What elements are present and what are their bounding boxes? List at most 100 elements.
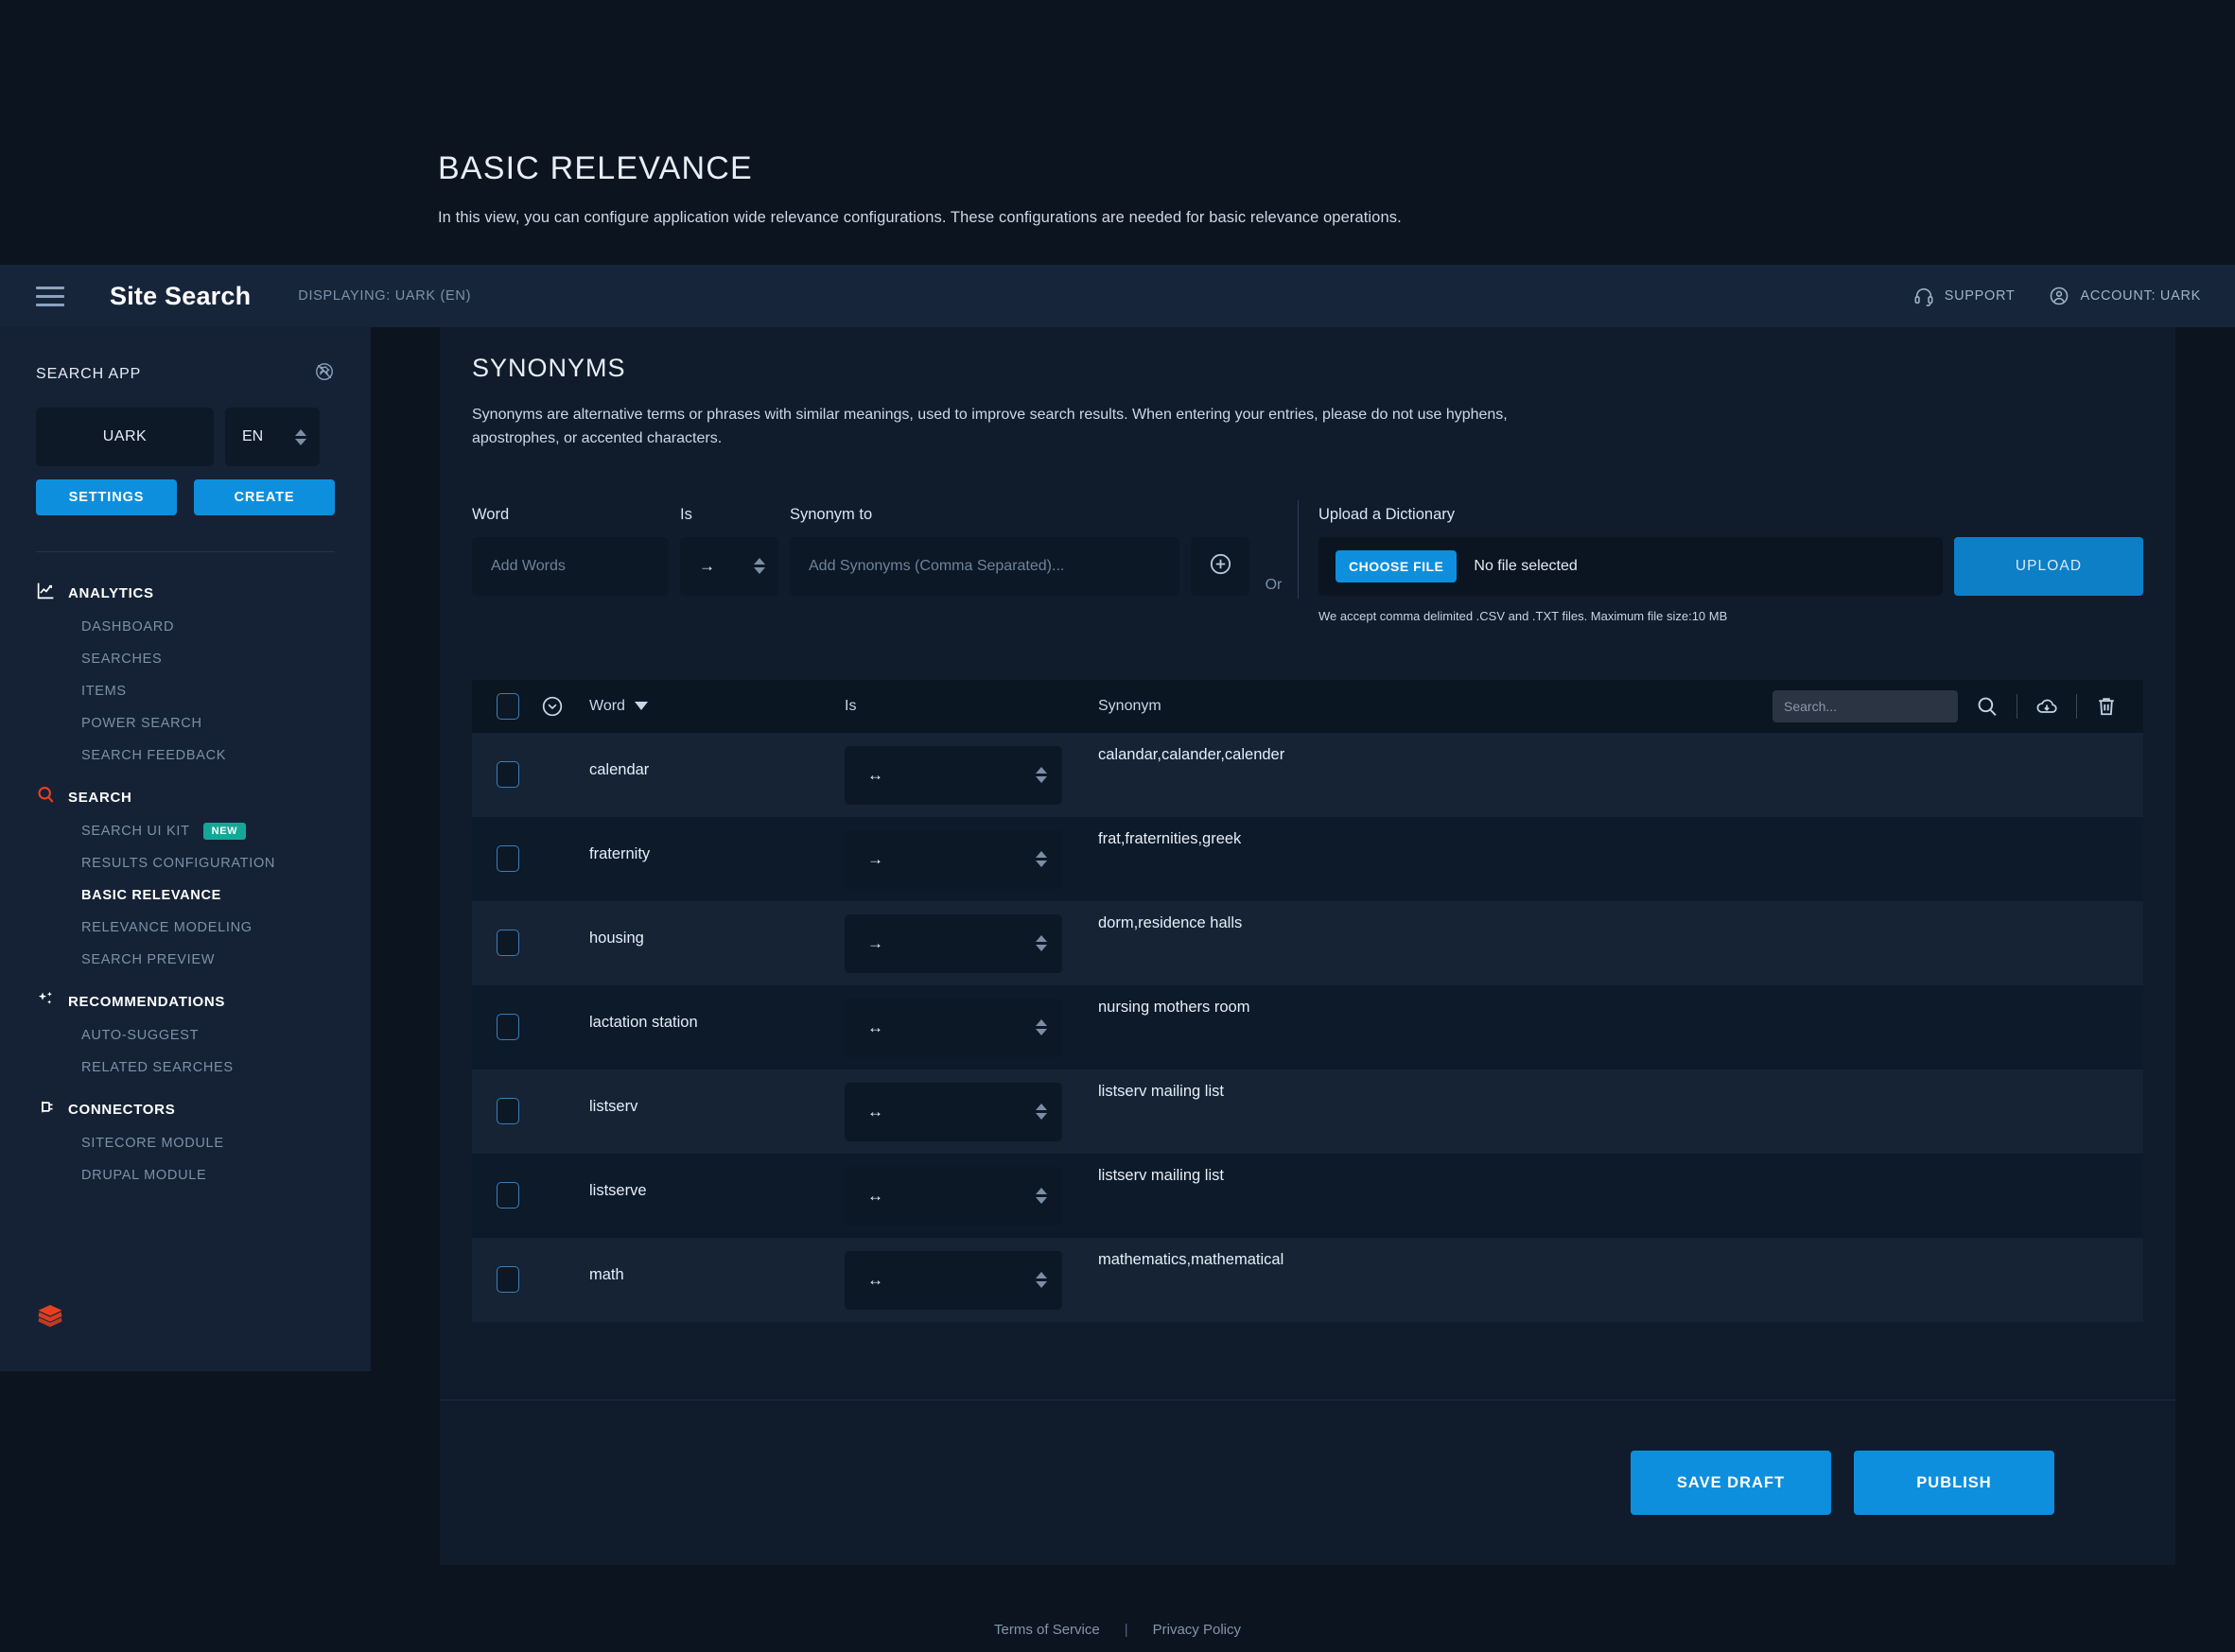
language-select[interactable]: EN (225, 408, 320, 466)
sidebar-item-label: DASHBOARD (81, 619, 175, 635)
table-row[interactable]: fraternity → frat,fraternities,greek (472, 816, 2143, 901)
table-search-input[interactable] (1772, 689, 1958, 722)
sidebar-group-recommendations[interactable]: RECOMMENDATIONS (0, 989, 371, 1014)
sidebar-item-relevance-modeling[interactable]: RELEVANCE MODELING (0, 912, 371, 944)
row-checkbox[interactable] (497, 1265, 519, 1293)
sidebar-item-drupal-module[interactable]: DRUPAL MODULE (0, 1159, 371, 1191)
publish-button[interactable]: PUBLISH (1854, 1451, 2054, 1515)
delete-icon[interactable] (2094, 694, 2119, 719)
row-word: housing (589, 929, 644, 947)
sidebar-group-connectors[interactable]: CONNECTORS (0, 1097, 371, 1122)
sidebar-item-label: ITEMS (81, 684, 127, 699)
terms-of-service-link[interactable]: Terms of Service (994, 1622, 1100, 1638)
choose-file-button[interactable]: CHOOSE FILE (1336, 549, 1458, 583)
search-icon[interactable] (1975, 694, 1999, 719)
row-direction-select[interactable]: → (845, 829, 1062, 889)
sidebar-item-sitecore-module[interactable]: SITECORE MODULE (0, 1127, 371, 1159)
row-synonym: listserv mailing list (1098, 1166, 1224, 1184)
sidebar-group-label: ANALYTICS (68, 584, 154, 601)
table-row[interactable]: housing → dorm,residence halls (472, 900, 2143, 985)
direction-select-value: → (699, 556, 715, 575)
table-row[interactable]: listserve ↔ listserv mailing list (472, 1153, 2143, 1238)
row-direction-cell: → (845, 817, 1098, 889)
support-button[interactable]: SUPPORT (1913, 286, 2016, 306)
privacy-policy-link[interactable]: Privacy Policy (1153, 1622, 1241, 1638)
table-row[interactable]: math ↔ mathematics,mathematical (472, 1237, 2143, 1322)
cloud-download-icon[interactable] (2034, 694, 2059, 719)
hamburger-menu-icon[interactable] (36, 286, 64, 306)
sidebar-item-results-configuration[interactable]: RESULTS CONFIGURATION (0, 847, 371, 879)
account-avatar-icon (2049, 286, 2069, 306)
table-row[interactable]: lactation station ↔ nursing mothers room (472, 984, 2143, 1069)
or-divider-label: Or (1265, 576, 1283, 593)
row-synonym: calandar,calander,calender (1098, 745, 1285, 763)
file-input-wrapper[interactable]: CHOOSE FILE No file selected (1318, 536, 1943, 596)
row-checkbox[interactable] (497, 1013, 519, 1040)
sidebar-item-power-search[interactable]: POWER SEARCH (0, 707, 371, 739)
add-synonym-form: Word Is Synonym to → (472, 499, 2143, 623)
app-select[interactable]: UARK (36, 408, 214, 466)
chart-line-icon (36, 581, 56, 605)
row-checkbox[interactable] (497, 760, 519, 788)
sidebar-header: SEARCH APP (0, 327, 371, 387)
sidebar-item-search-feedback[interactable]: SEARCH FEEDBACK (0, 739, 371, 772)
row-direction-select[interactable]: ↔ (845, 998, 1062, 1057)
row-checkbox[interactable] (497, 1181, 519, 1209)
synonym-input[interactable] (790, 536, 1179, 596)
sidebar-group-label: CONNECTORS (68, 1101, 176, 1118)
table-row[interactable]: listserv ↔ listserv mailing list (472, 1069, 2143, 1154)
sidebar-item-basic-relevance[interactable]: BASIC RELEVANCE (0, 879, 371, 912)
column-header-word[interactable]: Word (589, 698, 845, 715)
sidebar-item-label: BASIC RELEVANCE (81, 888, 221, 903)
sidebar-item-label: RELATED SEARCHES (81, 1060, 234, 1075)
is-label: Is (680, 505, 692, 523)
sidebar-item-label: SEARCH UI KIT (81, 824, 190, 839)
row-word: lactation station (589, 1013, 698, 1031)
footer: Terms of Service | Privacy Policy (0, 1608, 2235, 1652)
sort-descending-icon (634, 702, 648, 711)
page-intro: BASIC RELEVANCE In this view, you can co… (438, 150, 1762, 227)
row-direction-select[interactable]: ↔ (845, 1250, 1062, 1310)
spinner-arrows-icon (1036, 1019, 1047, 1036)
upload-button[interactable]: UPLOAD (1954, 536, 2143, 596)
row-direction-select[interactable]: → (845, 913, 1062, 973)
spinner-arrows-icon (1036, 935, 1047, 952)
top-bar-actions: SUPPORT ACCOUNT: UARK (1913, 286, 2201, 306)
expand-all-icon[interactable] (540, 694, 565, 719)
synonym-to-label: Synonym to (790, 505, 873, 523)
row-direction-select[interactable]: ↔ (845, 745, 1062, 805)
row-checkbox[interactable] (497, 1097, 519, 1124)
sidebar-item-label: SEARCHES (81, 652, 163, 667)
row-direction-select[interactable]: ↔ (845, 1082, 1062, 1141)
selected-file-label: No file selected (1474, 557, 1578, 574)
word-input[interactable] (472, 536, 669, 596)
app-root: BASIC RELEVANCE In this view, you can co… (0, 0, 2235, 1652)
unpin-icon[interactable] (314, 361, 335, 387)
sidebar-item-items[interactable]: ITEMS (0, 675, 371, 707)
sidebar-group-search[interactable]: SEARCH (0, 785, 371, 809)
create-button[interactable]: CREATE (194, 479, 335, 515)
row-checkbox[interactable] (497, 844, 519, 872)
row-checkbox[interactable] (497, 929, 519, 956)
sidebar-item-search-preview[interactable]: SEARCH PREVIEW (0, 944, 371, 976)
sidebar-group-analytics[interactable]: ANALYTICS (0, 581, 371, 605)
row-direction-value: ↔ (867, 1017, 883, 1036)
save-draft-button[interactable]: SAVE DRAFT (1631, 1451, 1831, 1515)
row-direction-select[interactable]: ↔ (845, 1166, 1062, 1226)
sidebar-item-dashboard[interactable]: DASHBOARD (0, 611, 371, 643)
direction-select[interactable]: → (680, 536, 778, 596)
sidebar-item-related-searches[interactable]: RELATED SEARCHES (0, 1052, 371, 1084)
sidebar-item-label: RESULTS CONFIGURATION (81, 856, 276, 871)
sidebar-item-label: RELEVANCE MODELING (81, 920, 253, 935)
section-title: SYNONYMS (472, 354, 626, 382)
settings-button[interactable]: SETTINGS (36, 479, 177, 515)
sidebar-item-search-ui-kit[interactable]: SEARCH UI KIT NEW (0, 815, 371, 847)
add-synonym-button[interactable] (1191, 536, 1249, 596)
select-all-checkbox[interactable] (497, 692, 519, 720)
sidebar-item-auto-suggest[interactable]: AUTO-SUGGEST (0, 1019, 371, 1052)
account-button[interactable]: ACCOUNT: UARK (2049, 286, 2201, 306)
row-direction-value: → (867, 933, 883, 952)
sidebar-item-searches[interactable]: SEARCHES (0, 643, 371, 675)
table-row[interactable]: calendar ↔ calandar,calander,calender (472, 732, 2143, 817)
